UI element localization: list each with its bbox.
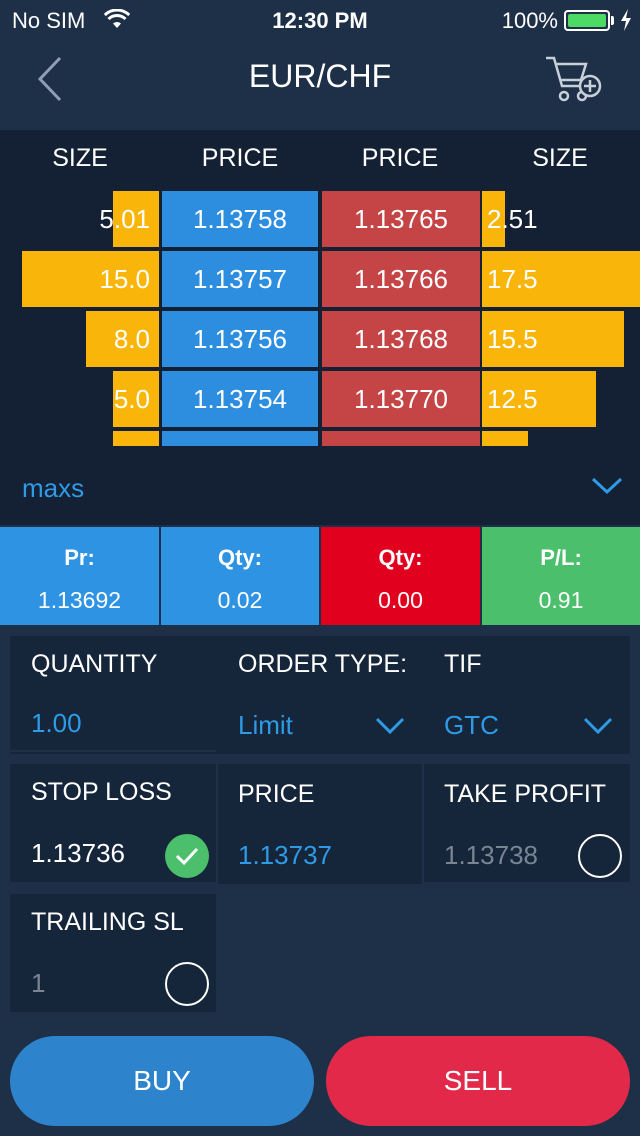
buy-qty-label: Qty: xyxy=(218,545,262,570)
bid-price: 1.13756 xyxy=(193,324,287,354)
bid-price: 1.13754 xyxy=(193,384,287,414)
trailing-sl-toggle-icon[interactable] xyxy=(164,961,210,1007)
ask-price: 1.13766 xyxy=(354,264,448,294)
order-book: SIZE PRICE PRICE SIZE 5.01 1.13758 1.137… xyxy=(0,130,640,455)
trailing-sl-label: TRAILING SL xyxy=(31,908,184,936)
price-label: PRICE xyxy=(238,780,315,808)
quantity-input[interactable]: 1.00 xyxy=(31,708,82,739)
cart-add-icon xyxy=(546,56,602,102)
bid-size-header: SIZE xyxy=(52,144,108,172)
ask-size: 17.5 xyxy=(487,264,538,294)
buy-button[interactable]: BUY xyxy=(10,1036,314,1126)
bid-size: 5.01 xyxy=(99,204,150,234)
battery-icon xyxy=(564,10,610,31)
order-book-row-partial xyxy=(0,431,640,446)
charging-bolt-icon xyxy=(620,9,632,36)
ask-price-cell xyxy=(322,431,480,446)
sell-qty-label: Qty: xyxy=(378,545,423,570)
ask-size-header: SIZE xyxy=(532,144,588,172)
order-book-row[interactable]: 5.0 1.13754 1.13770 12.5 xyxy=(0,371,640,427)
buy-qty-value: 0.02 xyxy=(217,587,263,613)
bid-price-header: PRICE xyxy=(201,144,279,172)
take-profit-input[interactable]: 1.13738 xyxy=(444,840,538,871)
add-to-cart-button[interactable] xyxy=(542,52,604,106)
buy-qty-tile: Qty: 0.02 xyxy=(161,527,319,625)
stop-loss-check-icon[interactable] xyxy=(164,833,210,879)
pl-tile: P/L: 0.91 xyxy=(482,527,640,625)
sell-button[interactable]: SELL xyxy=(326,1036,630,1126)
ask-size: 12.5 xyxy=(487,384,538,414)
tif-select[interactable]: GTC xyxy=(444,710,499,741)
stop-loss-label: STOP LOSS xyxy=(31,778,172,806)
price-summary-tile: Pr: 1.13692 xyxy=(0,527,159,625)
quantity-underline xyxy=(10,750,216,752)
order-book-row[interactable]: 8.0 1.13756 1.13768 15.5 xyxy=(0,311,640,367)
bid-price: 1.13758 xyxy=(193,204,287,234)
tif-chevron-down-icon[interactable] xyxy=(582,716,614,736)
ask-size-bar xyxy=(482,431,528,446)
battery-percent: 100% xyxy=(501,8,558,33)
stop-loss-input[interactable]: 1.13736 xyxy=(31,838,125,869)
order-book-row[interactable]: 15.0 1.13757 1.13766 17.5 xyxy=(0,251,640,307)
bid-size-bar xyxy=(113,431,159,446)
chevron-down-icon[interactable] xyxy=(590,475,624,497)
status-bar: No SIM 12:30 PM 100% xyxy=(0,0,640,40)
pl-label: P/L: xyxy=(540,545,582,570)
ask-size: 15.5 xyxy=(487,324,538,354)
price-input[interactable]: 1.13737 xyxy=(238,840,332,871)
order-type-label: ORDER TYPE: xyxy=(238,650,408,678)
price-summary-value: 1.13692 xyxy=(37,587,122,613)
order-type-select[interactable]: Limit xyxy=(238,710,293,741)
bid-price-cell xyxy=(162,431,318,446)
ask-price: 1.13768 xyxy=(354,324,448,354)
bid-price: 1.13757 xyxy=(193,264,287,294)
tif-label: TIF xyxy=(444,650,482,678)
order-type-chevron-down-icon[interactable] xyxy=(374,716,406,736)
quantity-label: QUANTITY xyxy=(31,650,158,678)
ask-price: 1.13765 xyxy=(354,204,448,234)
ask-price-header: PRICE xyxy=(361,144,439,172)
trailing-sl-input[interactable]: 1 xyxy=(31,968,45,999)
sell-qty-value: 0.00 xyxy=(378,587,423,613)
take-profit-label: TAKE PROFIT xyxy=(444,780,607,808)
ask-price: 1.13770 xyxy=(354,384,448,414)
bid-size: 15.0 xyxy=(99,264,150,294)
bid-size: 5.0 xyxy=(113,384,150,414)
battery-tip xyxy=(611,16,614,25)
take-profit-toggle-icon[interactable] xyxy=(577,833,623,879)
account-selector[interactable]: maxs xyxy=(0,455,640,525)
pl-value: 0.91 xyxy=(538,587,584,613)
sell-qty-tile: Qty: 0.00 xyxy=(321,527,480,625)
price-summary-label: Pr: xyxy=(64,545,95,570)
order-book-row[interactable]: 5.01 1.13758 1.13765 2.51 xyxy=(0,191,640,247)
bid-size: 8.0 xyxy=(113,324,150,354)
ask-size: 2.51 xyxy=(487,204,538,234)
account-name: maxs xyxy=(22,473,85,503)
